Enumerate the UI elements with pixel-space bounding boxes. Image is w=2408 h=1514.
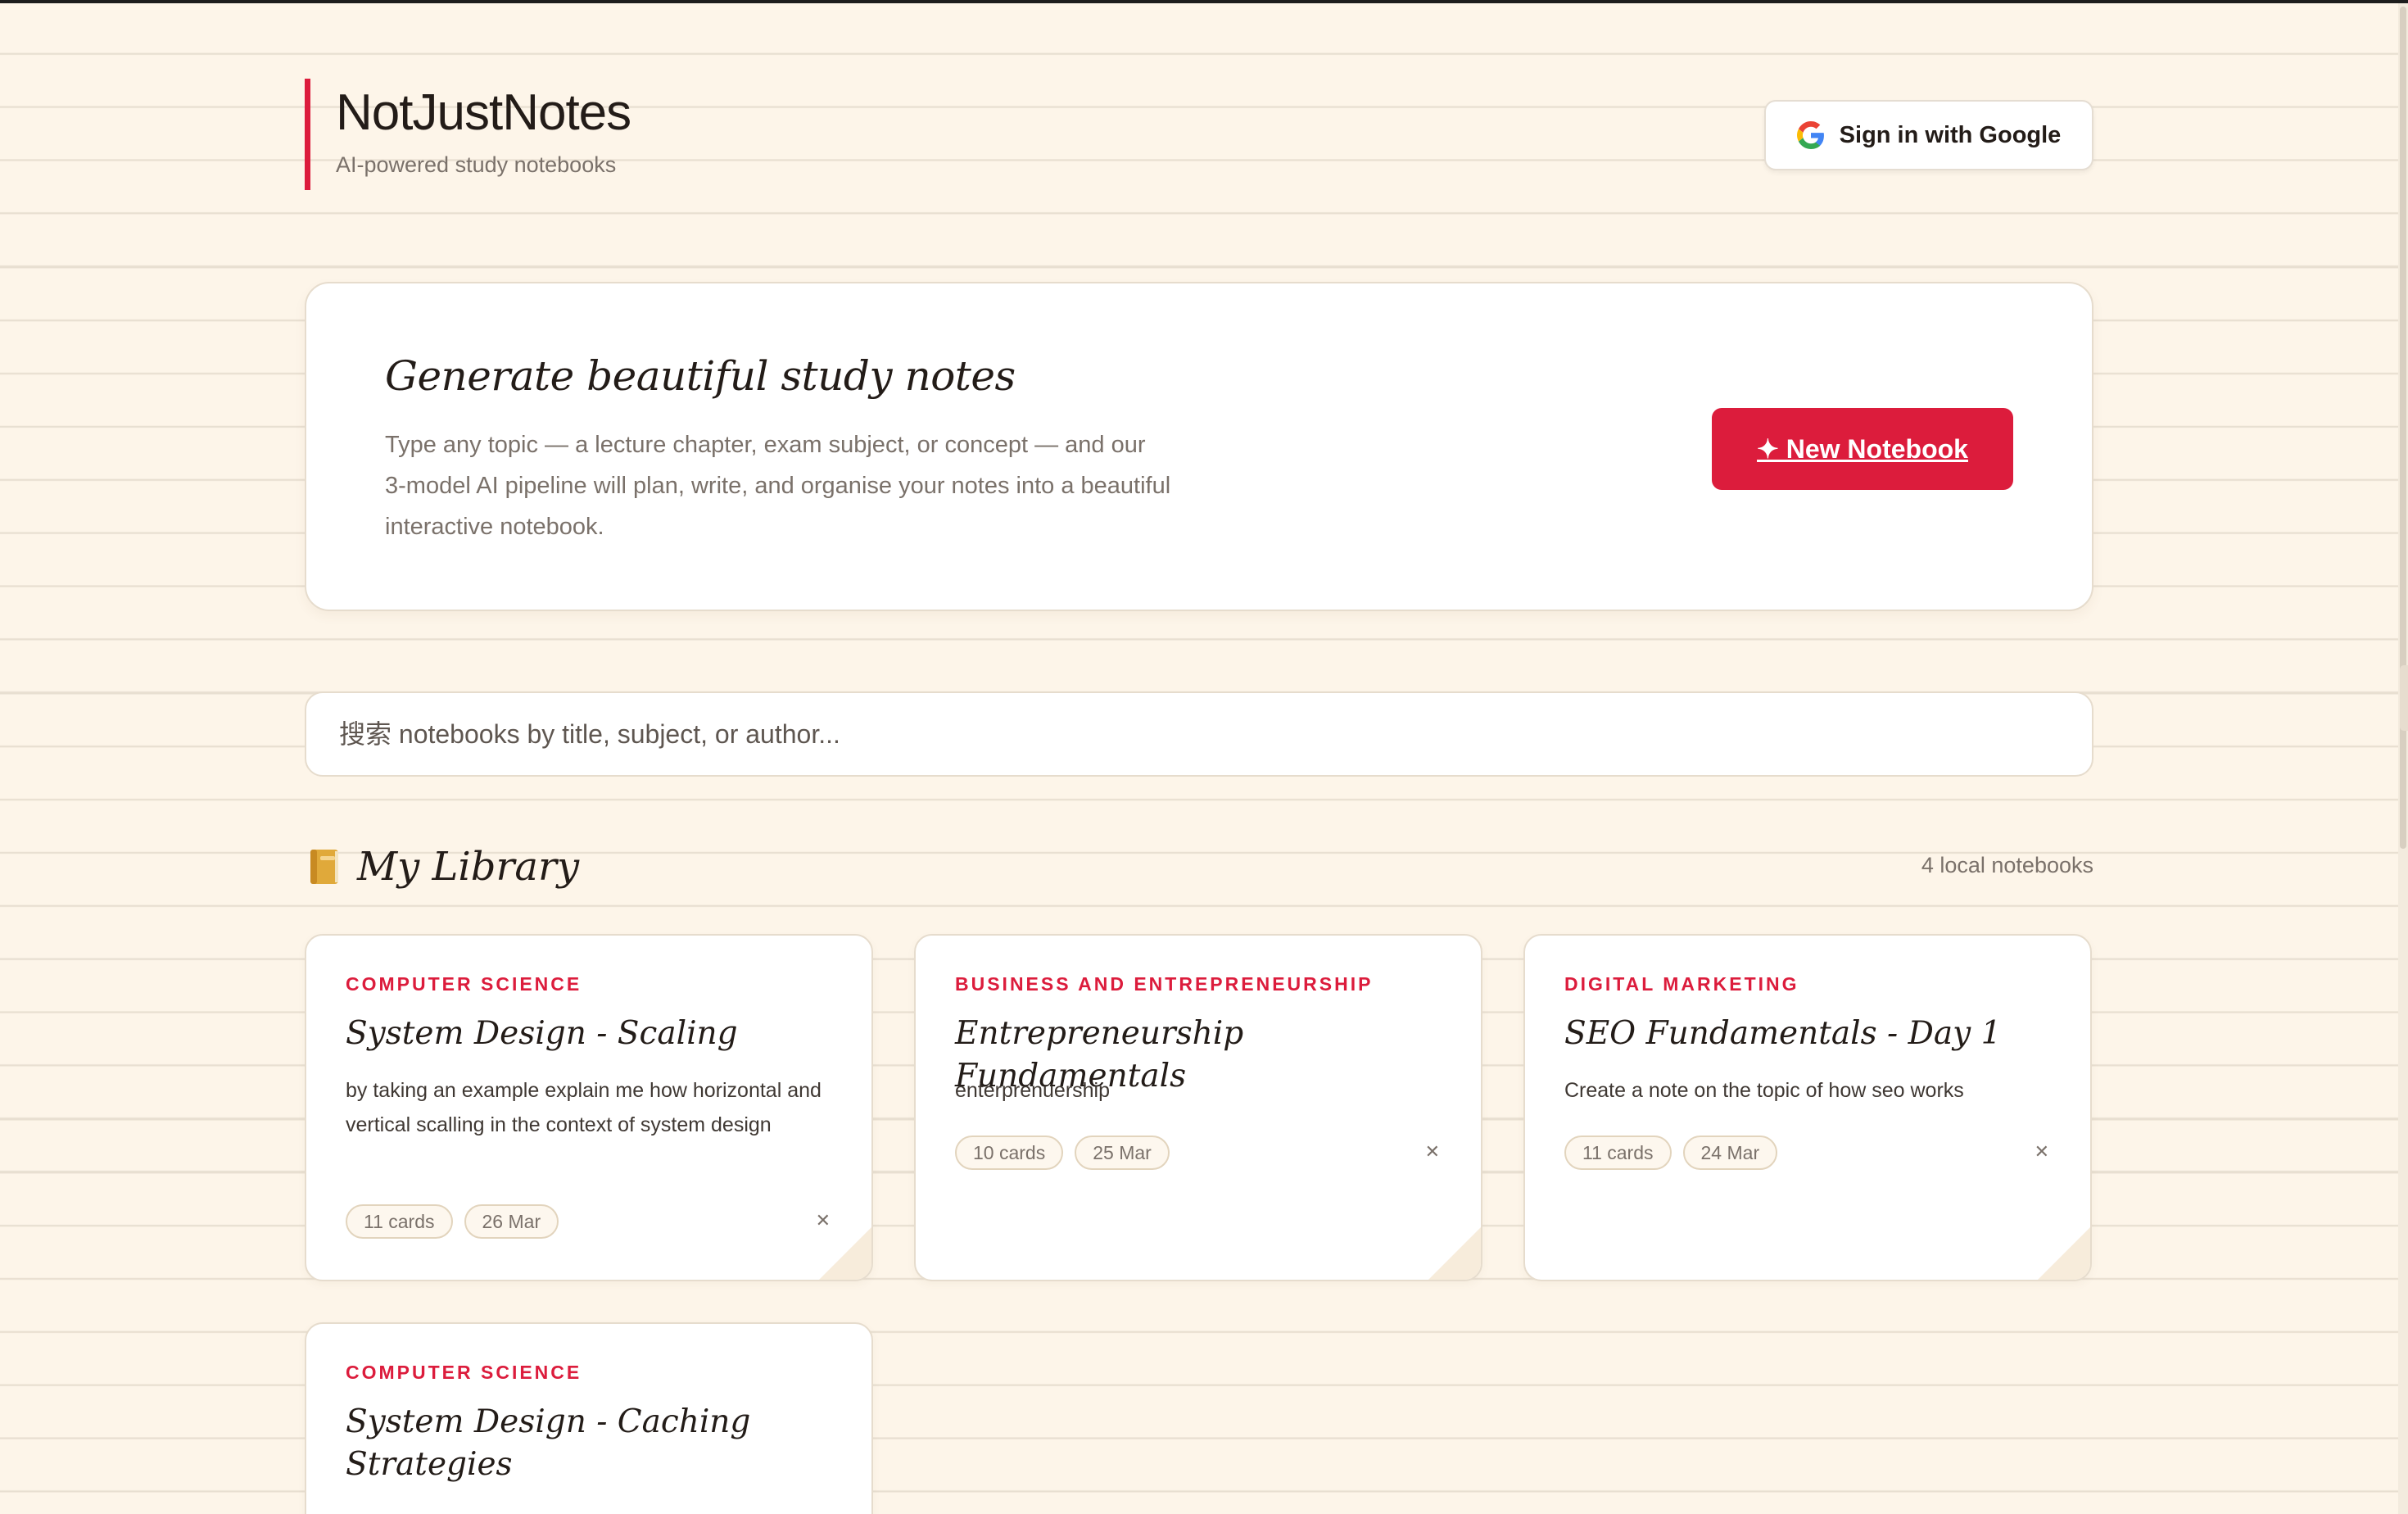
side-drawer-handle[interactable] (2400, 665, 2408, 731)
notebook-meta: 11 cards 24 Mar (1564, 1136, 1778, 1170)
signin-label: Sign in with Google (1839, 121, 2062, 148)
notebook-meta: 11 cards 26 Mar (346, 1204, 559, 1239)
notebook-meta: 10 cards 25 Mar (955, 1136, 1170, 1170)
date-badge: 25 Mar (1075, 1136, 1170, 1170)
app-tagline: AI-powered study notebooks (336, 152, 617, 177)
delete-notebook-icon[interactable]: ✕ (1425, 1142, 1440, 1163)
notebook-description: enterprenuership (955, 1079, 1111, 1102)
library-count: 4 local notebooks (1921, 853, 2093, 877)
window-top-edge (0, 0, 2408, 3)
library-title: My Library (357, 844, 580, 890)
notebook-description: Create a note on the topic of how seo wo… (1564, 1079, 1964, 1102)
page-fold-corner (1428, 1227, 1481, 1280)
google-signin-button[interactable]: Sign in with Google (1764, 100, 2093, 170)
brand-header: NotJustNotes AI-powered study notebooks (305, 79, 631, 190)
date-badge: 26 Mar (464, 1204, 559, 1239)
notebook-title: System Design - Scaling (346, 1015, 738, 1052)
notebook-card[interactable]: Computer Science System Design - Scaling… (305, 934, 873, 1281)
page-fold-corner (819, 1227, 871, 1280)
notebook-title: SEO Fundamentals - Day 1 (1564, 1015, 2002, 1052)
notebook-card[interactable]: Business and Entrepreneurship Entreprene… (914, 934, 1482, 1281)
notebook-category: Computer Science (346, 973, 582, 995)
search-input[interactable] (305, 691, 2093, 777)
hero-title: Generate beautiful study notes (385, 352, 1016, 400)
page-fold-corner (2038, 1227, 2090, 1280)
delete-notebook-icon[interactable]: ✕ (2035, 1142, 2049, 1163)
google-g-icon (1796, 121, 1824, 149)
date-badge: 24 Mar (1682, 1136, 1778, 1170)
notebook-category: Digital Marketing (1564, 973, 1799, 995)
notebook-icon (310, 850, 338, 884)
card-count-badge: 11 cards (346, 1204, 453, 1239)
card-count-badge: 10 cards (955, 1136, 1064, 1170)
scrollbar-track[interactable] (2398, 3, 2408, 1514)
notebook-description: by taking an example explain me how hori… (346, 1079, 822, 1136)
notebook-description: System Design - Caching strategies (346, 1506, 837, 1514)
notebook-card[interactable]: Digital Marketing SEO Fundamentals - Day… (1523, 934, 2092, 1281)
new-notebook-button[interactable]: ✦ New Notebook (1712, 408, 2013, 490)
library-header: My Library (308, 842, 579, 891)
notebook-card[interactable]: Computer Science System Design - Caching… (305, 1322, 873, 1514)
app-title[interactable]: NotJustNotes (336, 84, 631, 143)
notebook-category: Computer Science (346, 1362, 582, 1383)
notebook-category: Business and Entrepreneurship (955, 973, 1374, 995)
card-count-badge: 11 cards (1564, 1136, 1672, 1170)
notebook-title: System Design - Caching Strategies (346, 1403, 751, 1483)
hero-card: Generate beautiful study notes Type any … (305, 282, 2093, 611)
hero-description: Type any topic — a lecture chapter, exam… (385, 432, 1171, 540)
